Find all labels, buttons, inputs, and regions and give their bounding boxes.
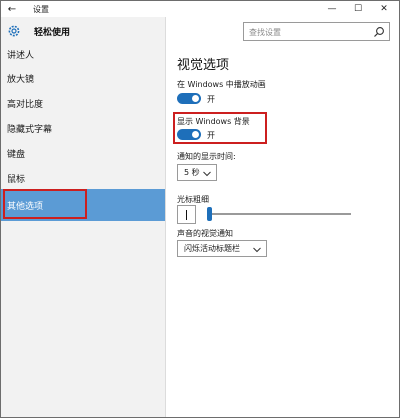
back-button[interactable]: ← [5,2,19,16]
sidebar: 轻松使用 讲述人 放大镜 高对比度 隐藏式字幕 键盘 鼠标 其他选项 [1,17,165,417]
close-icon: ✕ [380,4,388,14]
sidebar-divider [165,17,166,417]
notification-time-dropdown[interactable]: 5 秒 [177,164,217,181]
sidebar-item-mouse[interactable]: 鼠标 [1,166,165,190]
cursor-width-slider-track[interactable] [209,213,351,215]
audio-notification-label: 声音的视觉通知 [177,229,233,238]
gear-icon [7,24,21,38]
audio-notification-value: 闪烁活动标题栏 [184,244,240,253]
sidebar-item-label: 放大镜 [7,74,35,85]
chevron-down-icon [253,246,261,253]
cursor-width-preview [177,205,196,224]
back-arrow-icon: ← [7,3,17,15]
maximize-button[interactable]: ☐ [345,1,371,17]
notification-time-value: 5 秒 [184,168,200,177]
search-placeholder: 查找设置 [249,28,281,37]
title-bar: ← 设置 — ☐ ✕ [1,1,399,17]
chevron-down-icon [203,170,211,177]
search-icon [373,26,385,38]
cursor-width-label: 光标粗细 [177,195,209,204]
sidebar-item-closed-captions[interactable]: 隐藏式字幕 [1,116,165,140]
audio-notification-dropdown[interactable]: 闪烁活动标题栏 [177,240,267,257]
animations-label: 在 Windows 中播放动画 [177,80,266,89]
notification-time-label: 通知的显示时间: [177,152,236,161]
close-button[interactable]: ✕ [371,1,397,17]
page-title: 视觉选项 [177,58,230,73]
sidebar-item-high-contrast[interactable]: 高对比度 [1,91,165,115]
minimize-button[interactable]: — [319,1,345,17]
settings-window: ← 设置 — ☐ ✕ 轻松使用 讲述人 放大镜 高对比度 隐藏式字幕 键盘 鼠标… [0,0,400,418]
window-title: 设置 [33,5,49,14]
highlight-box-other-options [3,189,87,219]
highlight-box-background [173,112,267,144]
sidebar-item-label: 高对比度 [7,99,44,110]
toggle-knob [192,95,199,102]
sidebar-header: 轻松使用 [7,23,70,39]
sidebar-item-keyboard[interactable]: 键盘 [1,141,165,165]
search-input[interactable]: 查找设置 [243,22,390,41]
maximize-icon: ☐ [353,4,363,14]
cursor-width-slider-thumb[interactable] [207,207,212,221]
sidebar-item-narrator[interactable]: 讲述人 [1,42,165,66]
animations-toggle[interactable] [177,93,201,104]
sidebar-item-label: 鼠标 [7,174,26,185]
text-cursor-icon [186,210,187,220]
sidebar-item-label: 讲述人 [7,50,35,61]
minimize-icon: — [327,4,337,14]
sidebar-item-label: 隐藏式字幕 [7,124,53,135]
sidebar-title: 轻松使用 [34,27,71,38]
sidebar-item-magnifier[interactable]: 放大镜 [1,66,165,90]
sidebar-item-label: 键盘 [7,149,26,160]
animations-toggle-state: 开 [207,95,215,104]
